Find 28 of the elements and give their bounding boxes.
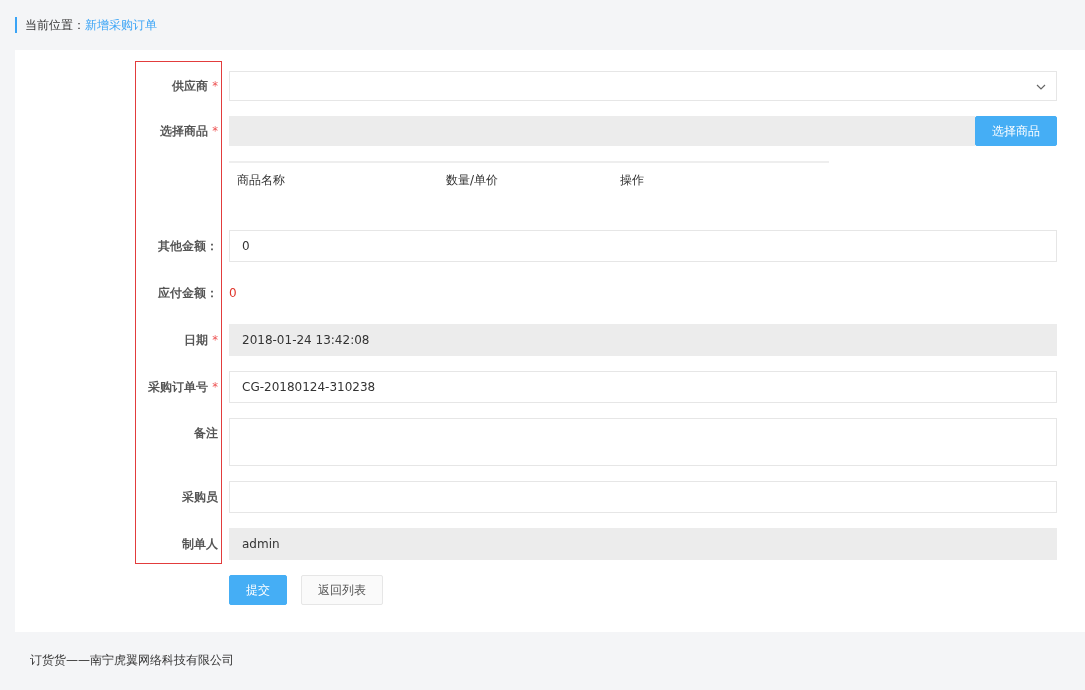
field-label: 采购订单号 <box>148 379 209 395</box>
field-label: 应付金额： <box>158 285 218 301</box>
field-label: 制单人 <box>182 536 218 552</box>
field-label: 日期 <box>184 332 209 348</box>
column-header: 数量/单价 <box>445 171 499 189</box>
required-mark: * <box>212 380 218 394</box>
required-mark: * <box>212 333 218 347</box>
breadcrumb-label: 当前位置： <box>25 16 85 34</box>
field-label: 备注 <box>194 426 218 441</box>
input-field[interactable] <box>229 481 1057 513</box>
form-button[interactable]: 返回列表 <box>301 575 383 605</box>
required-mark: * <box>212 124 218 138</box>
readonly-field: admin <box>229 528 1057 560</box>
field-label: 选择商品 <box>160 123 209 139</box>
column-header: 商品名称 <box>237 171 286 189</box>
field-label: 供应商 <box>172 78 209 94</box>
payable-amount: 0 <box>229 286 237 300</box>
required-mark: * <box>212 79 218 93</box>
readonly-field: 2018-01-24 13:42:08 <box>229 324 1057 356</box>
column-header: 操作 <box>620 171 646 189</box>
input-field[interactable]: CG-20180124-310238 <box>229 371 1057 403</box>
input-field[interactable]: 0 <box>229 230 1057 262</box>
footer-text: 订货货——南宁虎翼网络科技有限公司 <box>29 652 235 669</box>
chevron-down-icon <box>1036 84 1046 90</box>
field-label: 其他金额： <box>158 238 218 254</box>
field-label: 采购员 <box>182 489 218 505</box>
supplier-select[interactable] <box>229 71 1057 101</box>
remark-field[interactable] <box>229 418 1057 466</box>
